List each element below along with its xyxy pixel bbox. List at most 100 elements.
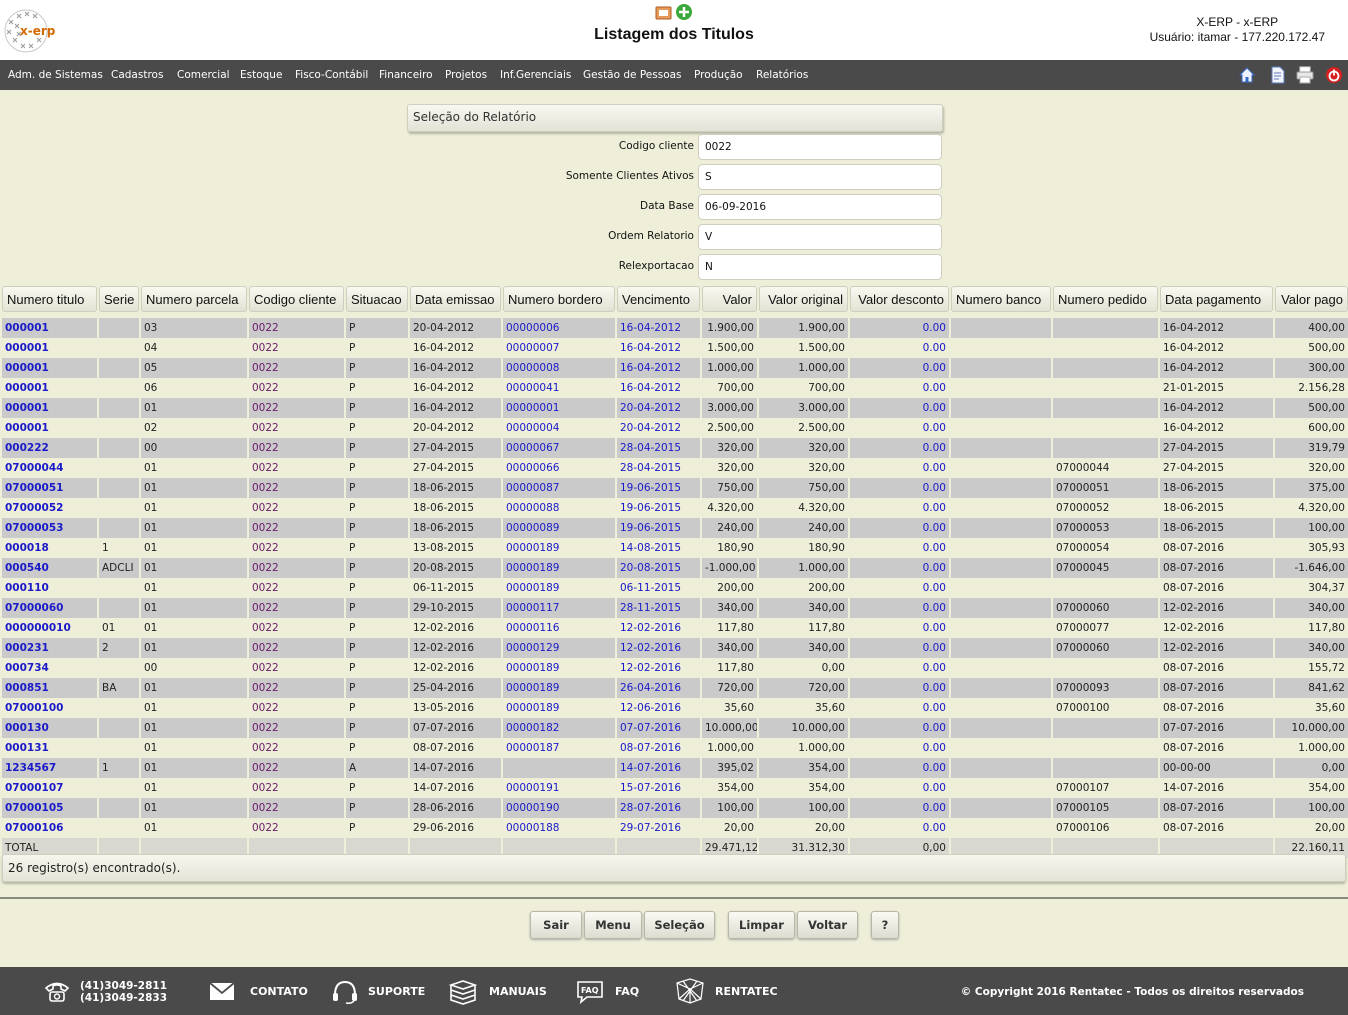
cell-numero-titulo[interactable]: 000540 (2, 558, 97, 578)
col-header-numero-parcela[interactable]: Numero parcela (141, 286, 247, 312)
cell-numero-titulo[interactable]: 000001 (2, 418, 97, 438)
menu-inf-gerenciais[interactable]: Inf.Gerenciais (500, 69, 571, 81)
table-row[interactable]: 000018 1 01 0022 P 13-08-2015 00000189 14-08-20… (2, 538, 1348, 558)
cell-numero-titulo[interactable]: 000018 (2, 538, 97, 558)
table-row[interactable]: 000222 00 0022 P 27-04-2015 00000067 28-04-201… (2, 438, 1348, 458)
table-row[interactable]: 000001 04 0022 P 16-04-2012 00000007 16-04-201… (2, 338, 1348, 358)
cell-numero-titulo[interactable]: 07000044 (2, 458, 97, 478)
cell-numero-titulo[interactable]: 000001 (2, 378, 97, 398)
table-row[interactable]: 07000107 01 0022 P 14-07-2016 00000191 15-07-2… (2, 778, 1348, 798)
table-row[interactable]: 000231 2 01 0022 P 12-02-2016 00000129 12-02-20… (2, 638, 1348, 658)
table-row[interactable]: 000851 BA 01 0022 P 25-04-2016 00000189 26-04-2… (2, 678, 1348, 698)
col-header-numero-banco[interactable]: Numero banco (951, 286, 1051, 312)
menu-fisco-contabil[interactable]: Fisco-Contábil (295, 69, 368, 81)
col-header-data-emissao[interactable]: Data emissao (410, 286, 501, 312)
cell-numero-titulo[interactable]: 07000051 (2, 478, 97, 498)
cell-numero-titulo[interactable]: 000231 (2, 638, 97, 658)
table-row[interactable]: 1234567 1 01 0022 A 14-07-2016 14-07-2016 395,0… (2, 758, 1348, 778)
table-row[interactable]: 000540 ADCLI 01 0022 P 20-08-2015 00000189 20-0… (2, 558, 1348, 578)
input-codigo-cliente[interactable]: 0022 (698, 134, 942, 160)
cell-numero-titulo[interactable]: 07000100 (2, 698, 97, 718)
table-row[interactable]: 000000010 01 01 0022 P 12-02-2016 00000116 12-0… (2, 618, 1348, 638)
col-header-codigo-cliente[interactable]: Codigo cliente (249, 286, 344, 312)
cell-numero-titulo[interactable]: 07000107 (2, 778, 97, 798)
help-button[interactable]: ? (871, 911, 899, 939)
table-row[interactable]: 07000044 01 0022 P 27-04-2015 00000066 28-04-2… (2, 458, 1348, 478)
table-row[interactable]: 000110 01 0022 P 06-11-2015 00000189 06-11-201… (2, 578, 1348, 598)
table-row[interactable]: 07000051 01 0022 P 18-06-2015 00000087 19-06-2… (2, 478, 1348, 498)
footer-suporte[interactable]: SUPORTE (331, 967, 426, 1015)
footer-manuais[interactable]: MANUAIS (449, 967, 549, 1015)
footer-faq[interactable]: FAQ FAQ (575, 967, 645, 1015)
col-header-valor-desconto[interactable]: Valor desconto (850, 286, 949, 312)
cell-numero-titulo[interactable]: 000001 (2, 398, 97, 418)
document-icon[interactable] (1269, 66, 1287, 84)
table-row[interactable]: 07000060 01 0022 P 29-10-2015 00000117 28-11-2… (2, 598, 1348, 618)
selecao-button[interactable]: Seleção (644, 911, 715, 939)
cell-numero-titulo[interactable]: 000110 (2, 578, 97, 598)
cell-vencimento: 29-07-2016 (617, 818, 700, 838)
table-row[interactable]: 07000105 01 0022 P 28-06-2016 00000190 28-07-2… (2, 798, 1348, 818)
cell-numero-titulo[interactable]: 07000106 (2, 818, 97, 838)
input-data-base[interactable]: 06-09-2016 (698, 194, 942, 220)
col-header-situacao[interactable]: Situacao (346, 286, 408, 312)
cell-numero-titulo[interactable]: 000734 (2, 658, 97, 678)
col-header-numero-pedido[interactable]: Numero pedido (1053, 286, 1158, 312)
col-header-valor[interactable]: Valor (702, 286, 757, 312)
cell-numero-titulo[interactable]: 000001 (2, 318, 97, 338)
table-row[interactable]: 000001 06 0022 P 16-04-2012 00000041 16-04-201… (2, 378, 1348, 398)
input-relexportacao[interactable]: N (698, 254, 942, 280)
table-row[interactable]: 07000053 01 0022 P 18-06-2015 00000089 19-06-2… (2, 518, 1348, 538)
input-ordem-relatorio[interactable]: V (698, 224, 942, 250)
table-row[interactable]: 000001 01 0022 P 16-04-2012 00000001 20-04-201… (2, 398, 1348, 418)
home-icon[interactable] (1238, 66, 1256, 84)
col-header-data-pagamento[interactable]: Data pagamento (1160, 286, 1273, 312)
menu-financeiro[interactable]: Financeiro (379, 69, 433, 81)
cell-numero-titulo[interactable]: 07000052 (2, 498, 97, 518)
power-icon[interactable] (1325, 66, 1343, 84)
table-row[interactable]: 07000100 01 0022 P 13-05-2016 00000189 12-06-2… (2, 698, 1348, 718)
menu-button[interactable]: Menu (584, 911, 642, 939)
menu-cadastros[interactable]: Cadastros (111, 69, 163, 81)
menu-gestao-pessoas[interactable]: Gestão de Pessoas (583, 69, 682, 81)
cell-numero-titulo[interactable]: 000000010 (2, 618, 97, 638)
table-row[interactable]: 000734 00 0022 P 12-02-2016 00000189 12-02-201… (2, 658, 1348, 678)
cell-numero-titulo[interactable]: 000131 (2, 738, 97, 758)
cell-numero-titulo[interactable]: 000222 (2, 438, 97, 458)
menu-adm-sistemas[interactable]: Adm. de Sistemas (8, 69, 103, 81)
table-row[interactable]: 000001 03 0022 P 20-04-2012 00000006 16-04-201… (2, 318, 1348, 338)
cell-numero-titulo[interactable]: 000851 (2, 678, 97, 698)
cell-numero-titulo[interactable]: 07000060 (2, 598, 97, 618)
cell-numero-titulo[interactable]: 000001 (2, 338, 97, 358)
menu-estoque[interactable]: Estoque (240, 69, 282, 81)
cell-numero-titulo[interactable]: 1234567 (2, 758, 97, 778)
cell-numero-titulo[interactable]: 07000105 (2, 798, 97, 818)
footer-contato[interactable]: CONTATO (209, 967, 309, 1015)
menu-producao[interactable]: Produção (694, 69, 743, 81)
cell-numero-bordero: 00000189 (503, 538, 615, 558)
cell-numero-titulo[interactable]: 000130 (2, 718, 97, 738)
input-somente-clientes-ativos[interactable]: S (698, 164, 942, 190)
cell-numero-titulo[interactable]: 000001 (2, 358, 97, 378)
menu-projetos[interactable]: Projetos (445, 69, 487, 81)
col-header-serie[interactable]: Serie (99, 286, 139, 312)
voltar-button[interactable]: Voltar (797, 911, 858, 939)
table-row[interactable]: 07000052 01 0022 P 18-06-2015 00000088 19-06-2… (2, 498, 1348, 518)
table-row[interactable]: 000131 01 0022 P 08-07-2016 00000187 08-07-201… (2, 738, 1348, 758)
table-row[interactable]: 000130 01 0022 P 07-07-2016 00000182 07-07-201… (2, 718, 1348, 738)
printer-icon[interactable] (1296, 66, 1314, 84)
table-row[interactable]: 000001 02 0022 P 20-04-2012 00000004 20-04-201… (2, 418, 1348, 438)
limpar-button[interactable]: Limpar (728, 911, 795, 939)
footer-rentatec[interactable]: RENTATEC (675, 967, 780, 1015)
menu-comercial[interactable]: Comercial (177, 69, 230, 81)
col-header-vencimento[interactable]: Vencimento (617, 286, 700, 312)
col-header-valor-pago[interactable]: Valor pago (1275, 286, 1348, 312)
table-row[interactable]: 000001 05 0022 P 16-04-2012 00000008 16-04-201… (2, 358, 1348, 378)
col-header-numero-bordero[interactable]: Numero bordero (503, 286, 615, 312)
menu-relatorios[interactable]: Relatórios (756, 69, 808, 81)
cell-numero-titulo[interactable]: 07000053 (2, 518, 97, 538)
sair-button[interactable]: Sair (530, 911, 582, 939)
col-header-valor-original[interactable]: Valor original (759, 286, 848, 312)
col-header-numero-titulo[interactable]: Numero titulo (2, 286, 97, 312)
table-row[interactable]: 07000106 01 0022 P 29-06-2016 00000188 29-07-2… (2, 818, 1348, 838)
